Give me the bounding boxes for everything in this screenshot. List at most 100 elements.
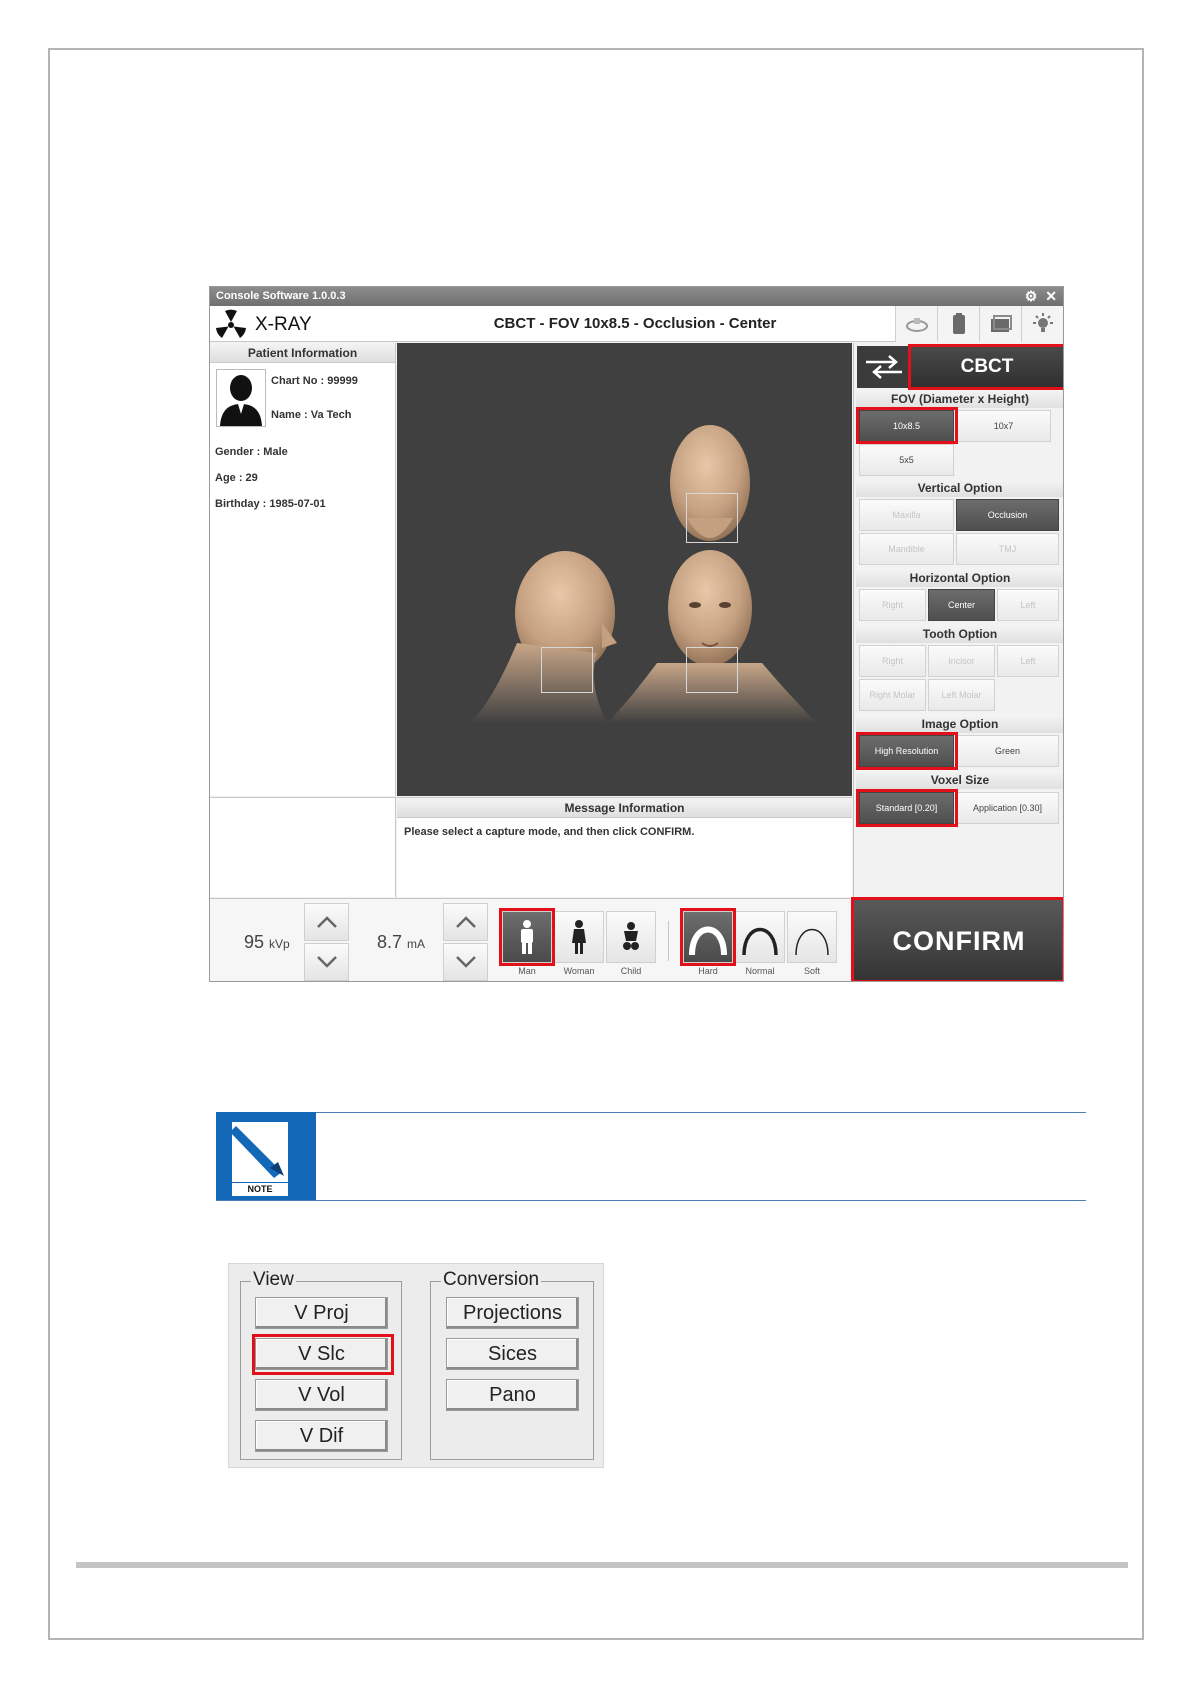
v-proj-button[interactable]: V Proj [255, 1297, 388, 1329]
ma-value: 8.7 [377, 932, 403, 952]
gear-icon[interactable]: ⚙ [1025, 287, 1038, 306]
vertical-mandible-button[interactable]: Mandible [859, 533, 954, 565]
hard-label: Hard [698, 966, 718, 976]
woman-label: Woman [563, 966, 595, 976]
horizontal-right-button[interactable]: Right [859, 589, 926, 621]
light-icon[interactable] [1021, 306, 1063, 342]
patient-age: Age : 29 [215, 472, 258, 484]
cassette-icon[interactable] [979, 306, 1021, 342]
kvp-up-button[interactable] [304, 903, 349, 941]
close-icon[interactable]: ✕ [1045, 287, 1057, 306]
message-heading: Message Information [397, 798, 852, 818]
highlight-image-option [856, 732, 958, 770]
view-group-title: View [251, 1269, 296, 1291]
patient-child-button[interactable] [606, 911, 656, 963]
tooth-right-molar-button[interactable]: Right Molar [859, 679, 926, 711]
scan-icon[interactable] [895, 306, 937, 342]
chevron-up-icon [316, 916, 337, 928]
patient-gender: Gender : Male [215, 446, 288, 458]
vertical-tmj-button[interactable]: TMJ [956, 533, 1059, 565]
pano-button[interactable]: Pano [446, 1379, 579, 1411]
ma-down-button[interactable] [443, 943, 488, 981]
fov-10x7-button[interactable]: 10x7 [956, 410, 1051, 442]
highlight-voxel [856, 789, 958, 827]
tooth-incisor-button[interactable]: Incisor [928, 645, 995, 677]
highlight-fov [856, 407, 958, 444]
capture-options-panel: CBCT FOV (Diameter x Height) 10x8.5 10x7… [853, 343, 1063, 898]
head-models-illustration [467, 425, 817, 723]
chart-number: Chart No : 99999 [271, 375, 358, 387]
message-text: Please select a capture mode, and then c… [404, 826, 695, 838]
tooth-left-molar-button[interactable]: Left Molar [928, 679, 995, 711]
soft-arch-icon [795, 928, 829, 956]
patient-woman-button[interactable] [554, 911, 604, 963]
v-dif-button[interactable]: V Dif [255, 1420, 388, 1452]
vertical-option-label: Vertical Option [856, 479, 1063, 497]
man-label: Man [518, 966, 536, 976]
footer-rule [76, 1562, 1128, 1568]
sices-button[interactable]: Sices [446, 1338, 579, 1370]
chevron-down-icon [455, 956, 476, 968]
patient-info-heading: Patient Information [210, 343, 395, 363]
swap-mode-button[interactable] [857, 346, 910, 388]
vertical-maxilla-button[interactable]: Maxilla [859, 499, 954, 531]
fov-5x5-button[interactable]: 5x5 [859, 444, 954, 476]
kvp-down-button[interactable] [304, 943, 349, 981]
v-vol-button[interactable]: V Vol [255, 1379, 388, 1411]
note-top-rule [216, 1112, 1086, 1113]
window-titlebar: Console Software 1.0.0.3 ⚙ ✕ [210, 287, 1063, 306]
voxel-application-button[interactable]: Application [0.30] [956, 792, 1059, 824]
soft-label: Soft [803, 966, 820, 976]
highlight-v-slc [252, 1334, 394, 1375]
voxel-size-label: Voxel Size [856, 771, 1063, 789]
divider [668, 921, 669, 961]
tooth-left-button[interactable]: Left [997, 645, 1059, 677]
child-label: Child [620, 966, 642, 976]
highlight-man [499, 908, 555, 966]
exposure-controls-bar: 95 kVp 8.7 mA Man Woman Child Hard Norma… [210, 898, 850, 981]
fov-roi-top [686, 493, 738, 543]
fov-roi-front [686, 647, 738, 693]
image-green-button[interactable]: Green [956, 735, 1059, 767]
projections-button[interactable]: Projections [446, 1297, 579, 1329]
arch-normal-button[interactable] [735, 911, 785, 963]
sensor-icon[interactable] [937, 306, 979, 342]
patient-info-panel: Patient Information Chart No : 99999 Nam… [210, 343, 396, 796]
message-panel: Message Information Please select a capt… [397, 797, 852, 897]
window-title: Console Software 1.0.0.3 [216, 290, 346, 302]
note-badge: NOTE [216, 1112, 316, 1200]
woman-icon [572, 920, 586, 954]
ma-up-button[interactable] [443, 903, 488, 941]
note-bottom-rule [216, 1200, 1086, 1201]
patient-name: Name : Va Tech [271, 409, 352, 421]
fov-preview-viewer[interactable] [397, 343, 852, 796]
console-window: Console Software 1.0.0.3 ⚙ ✕ X-RAY CBCT … [209, 286, 1064, 982]
ma-unit: mA [407, 937, 426, 951]
horizontal-option-label: Horizontal Option [856, 569, 1063, 587]
child-icon [623, 922, 639, 950]
fov-label: FOV (Diameter x Height) [856, 390, 1063, 408]
normal-label: Normal [745, 966, 775, 976]
kvp-value: 95 [244, 932, 265, 952]
horizontal-left-button[interactable]: Left [997, 589, 1059, 621]
horizontal-center-button[interactable]: Center [928, 589, 995, 621]
view-conversion-panel: View V Proj V Slc V Vol V Dif Conversion… [228, 1263, 604, 1468]
vertical-occlusion-button[interactable]: Occlusion [956, 499, 1059, 531]
ma-readout: 8.7 mA [377, 932, 425, 953]
arch-soft-button[interactable] [787, 911, 837, 963]
patient-birthday: Birthday : 1985-07-01 [215, 498, 326, 510]
mode-title: CBCT - FOV 10x8.5 - Occlusion - Center [493, 315, 777, 332]
chevron-down-icon [316, 956, 337, 968]
header-bar: X-RAY CBCT - FOV 10x8.5 - Occlusion - Ce… [210, 306, 1063, 342]
patient-avatar-icon [216, 369, 266, 427]
radiation-logo-icon [216, 309, 246, 338]
note-label: NOTE [232, 1183, 288, 1196]
highlight-hard [680, 908, 736, 966]
normal-arch-icon [742, 927, 778, 956]
conversion-group-title: Conversion [441, 1269, 542, 1291]
image-option-label: Image Option [856, 715, 1063, 733]
app-title: X-RAY [255, 314, 312, 335]
fov-roi-side [541, 647, 593, 693]
kvp-unit: kVp [269, 937, 290, 951]
tooth-right-button[interactable]: Right [859, 645, 926, 677]
